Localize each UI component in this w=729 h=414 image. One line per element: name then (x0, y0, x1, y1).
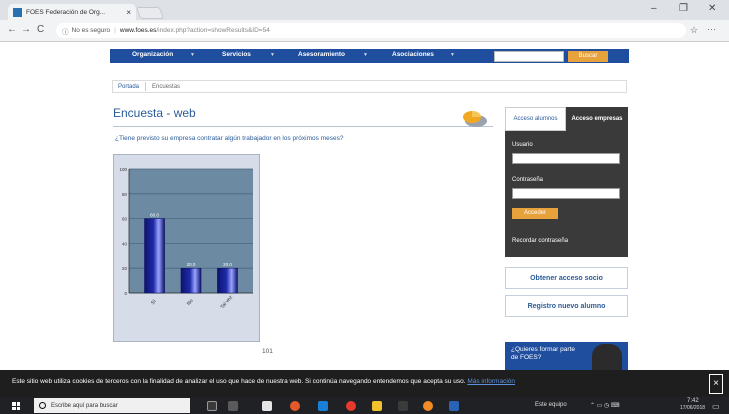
browser-tab[interactable]: FOES Federación de Org... × (8, 4, 136, 20)
data-label-1: 20.0 (187, 262, 196, 267)
maximize-icon[interactable]: ❐ (679, 3, 688, 14)
edge-icon[interactable] (318, 401, 328, 411)
cookie-text: Este sitio web utiliza cookies de tercer… (12, 378, 466, 385)
site-search-input[interactable] (494, 51, 564, 62)
network-label: Este equipo (535, 402, 567, 408)
info-icon[interactable]: ⓘ (62, 26, 69, 36)
minimize-icon[interactable]: – (651, 3, 657, 14)
data-label-2: 20.0 (223, 262, 232, 267)
password-label: Contraseña (512, 177, 544, 183)
forward-icon[interactable]: → (21, 24, 31, 35)
tab-acceso-alumnos[interactable]: Acceso alumnos (505, 107, 566, 131)
login-button[interactable]: Acceder (512, 208, 558, 219)
promo-text: ¿Quieres formar parte de FOES? (511, 346, 575, 361)
y-tick-label: 80 (122, 192, 128, 197)
breadcrumb-home[interactable]: Portada (118, 84, 139, 90)
word-icon[interactable] (449, 401, 459, 411)
chrome-icon[interactable] (346, 401, 356, 411)
register-student-button[interactable]: Registro nuevo alumno (505, 295, 628, 317)
nav-item-asociaciones[interactable]: Asociaciones (392, 51, 434, 58)
clock-time: 7:42 (687, 398, 699, 404)
x-tick-label-2: Tal vez (219, 294, 234, 310)
url-path: /index.php?action=showResults&ID=54 (156, 27, 270, 34)
cortana-icon (39, 402, 46, 409)
bookmark-star-icon[interactable]: ☆ (690, 25, 698, 36)
y-tick-label: 40 (122, 241, 128, 246)
chevron-down-icon: ▼ (270, 52, 275, 58)
notifications-icon[interactable]: ▭ (712, 402, 720, 411)
username-field[interactable] (512, 153, 620, 164)
address-bar: ← → C ⓘ No es seguro | www.foes.es /inde… (0, 20, 729, 42)
store-icon[interactable] (262, 401, 272, 411)
tab-close-icon[interactable]: × (126, 8, 131, 17)
title-divider (113, 126, 493, 127)
breadcrumb-current: Encuestas (152, 83, 181, 90)
bar-1 (180, 267, 202, 294)
nav-item-organizacion[interactable]: Organización (132, 51, 173, 58)
page-title: Encuesta - web (113, 106, 196, 120)
browser-tabbar: FOES Federación de Org... × – ❐ ✕ (0, 0, 729, 20)
url-input[interactable]: ⓘ No es seguro | www.foes.es /index.php?… (56, 23, 686, 38)
promo-banner[interactable]: ¿Quieres formar parte de FOES? (505, 342, 628, 372)
clock-date: 17/06/2018 (680, 405, 706, 411)
breadcrumb: Portada Encuestas (112, 80, 627, 93)
reload-icon[interactable]: C (37, 24, 44, 35)
tab-acceso-empresas[interactable]: Acceso empresas (566, 107, 628, 131)
chevron-down-icon: ▼ (363, 52, 368, 58)
vlc-icon[interactable] (398, 401, 408, 411)
y-tick-label: 20 (122, 266, 128, 271)
app-icon[interactable] (423, 401, 433, 411)
bar-0 (144, 218, 165, 294)
y-tick-label: 0 (124, 291, 127, 296)
poll-icon (463, 111, 487, 127)
data-label-0: 60.0 (150, 213, 159, 218)
forgot-password-link[interactable]: Recordar contraseña (512, 238, 568, 244)
password-field[interactable] (512, 188, 620, 199)
firefox-icon[interactable] (290, 401, 300, 411)
cookie-close-button[interactable]: × (709, 374, 723, 394)
poll-chart: 0 20 40 60 80 100 60.0 Sí 20.0 No 20.0 Tal vez (113, 154, 260, 342)
favicon-icon (13, 7, 22, 17)
tray-icons[interactable]: ⌃ ▭ ◷ ⌨ (590, 402, 620, 409)
poll-question: ¿Tiene previsto su empresa contratar alg… (115, 135, 344, 142)
back-icon[interactable]: ← (7, 24, 17, 35)
person-image (592, 344, 622, 372)
bar-chart: 0 20 40 60 80 100 60.0 Sí 20.0 No 20.0 Tal vez (119, 167, 253, 310)
bar-2 (217, 267, 238, 294)
nav-item-servicios[interactable]: Servicios (222, 51, 251, 58)
new-tab-button[interactable] (135, 7, 165, 19)
page-number: 101 (262, 348, 273, 355)
window-close-icon[interactable]: ✕ (708, 3, 716, 14)
y-tick-label: 100 (119, 167, 127, 172)
username-label: Usuario (512, 142, 533, 148)
browser-menu-icon[interactable]: ⋯ (707, 24, 716, 35)
task-view-icon[interactable] (228, 401, 238, 411)
taskbar-search-placeholder: Escribe aquí para buscar (51, 402, 118, 409)
windows-start-icon[interactable] (12, 402, 20, 410)
mic-icon[interactable] (207, 401, 217, 411)
search-button[interactable]: Buscar (568, 51, 608, 62)
url-domain: www.foes.es (119, 27, 157, 34)
chevron-down-icon: ▼ (190, 52, 195, 58)
nav-item-asesoramiento[interactable]: Asesoramiento (298, 51, 345, 58)
security-label: No es seguro (71, 27, 111, 34)
taskbar-search[interactable]: Escribe aquí para buscar (34, 398, 190, 413)
y-tick-label: 60 (122, 217, 128, 222)
file-explorer-icon[interactable] (372, 401, 382, 411)
partner-access-button[interactable]: Obtener acceso socio (505, 267, 628, 289)
chevron-down-icon: ▼ (450, 52, 455, 58)
cookie-banner: Este sitio web utiliza cookies de tercer… (0, 370, 729, 397)
cookie-more-link[interactable]: Más información (467, 378, 515, 385)
tab-title: FOES Federación de Org... (26, 8, 106, 16)
x-tick-label-0: Sí (150, 298, 158, 306)
x-tick-label-1: No (186, 298, 195, 307)
